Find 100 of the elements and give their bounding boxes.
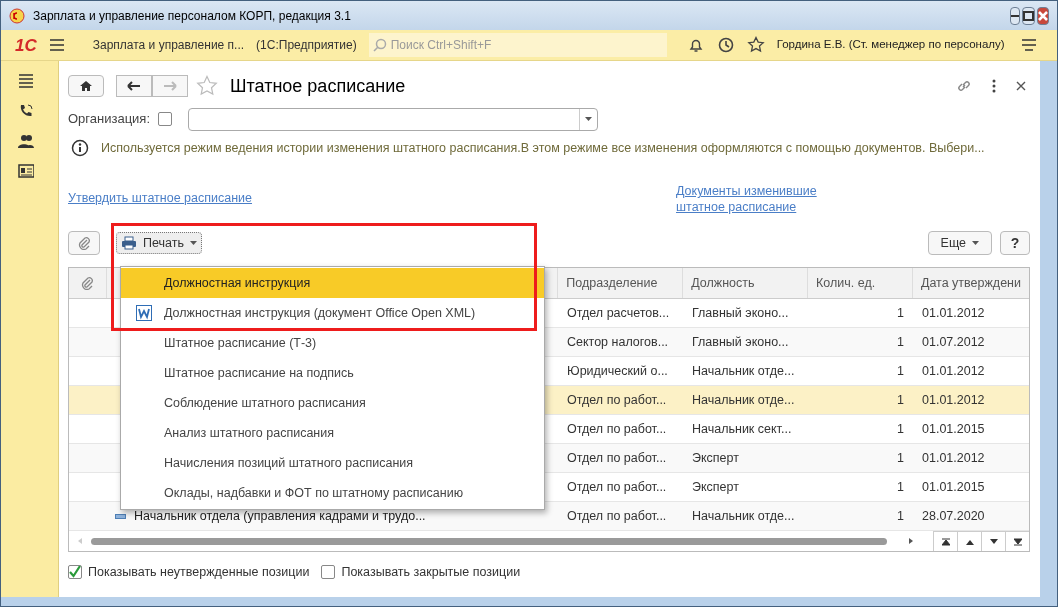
table-cell-text: Эксперт	[691, 449, 740, 467]
more-button[interactable]: Еще	[927, 231, 992, 255]
user-name[interactable]: Гордина Е.В. (Ст. менеджер по персоналу)	[776, 36, 1005, 54]
platform-label: (1С:Предприятие)	[256, 37, 357, 54]
column-header[interactable]: Подразделение	[558, 268, 684, 298]
menu-icon[interactable]	[48, 38, 65, 52]
minimize-icon	[1011, 14, 1019, 17]
table-cell-text: Отдел по работ...	[566, 420, 668, 438]
checkmark-icon	[69, 566, 81, 579]
info-icon	[71, 139, 89, 157]
attach-button[interactable]	[68, 231, 100, 255]
table-cell-text: 01.01.2012	[921, 391, 986, 409]
organization-checkbox[interactable]	[158, 112, 173, 126]
table-cell-text: 01.07.2012	[921, 333, 986, 351]
close-icon	[1038, 10, 1048, 21]
field-label: Организация:	[68, 110, 151, 129]
table-cell-text: 1	[896, 507, 905, 525]
checkbox[interactable]	[321, 565, 336, 580]
documents-link[interactable]: Документы изменившие штатное расписание	[676, 183, 836, 223]
next-row-icon	[989, 537, 998, 546]
paperclip-icon	[81, 276, 94, 290]
first-row-icon	[941, 537, 950, 546]
paperclip-icon	[78, 236, 90, 250]
table-cell-text: 28.07.2020	[921, 507, 986, 525]
table-cell-text: 1	[896, 449, 905, 467]
scrollbar-thumb[interactable]	[91, 537, 887, 545]
table-cell-text: Эксперт	[691, 478, 740, 496]
search-icon	[372, 38, 387, 52]
table-cell-text: 1	[896, 420, 905, 438]
table-cell-text: 01.01.2012	[921, 449, 986, 467]
next-row-button[interactable]	[981, 531, 1005, 551]
maximize-button[interactable]	[1022, 6, 1035, 25]
link-icon[interactable]	[956, 78, 972, 94]
word-document-icon	[136, 305, 152, 321]
last-row-button[interactable]	[1005, 531, 1029, 551]
table-cell-text: 01.01.2012	[921, 304, 986, 322]
table-cell-text: Начальник отде...	[691, 391, 796, 409]
search-field[interactable]: Поиск Ctrl+Shift+F	[368, 33, 667, 57]
window-title: Зарплата и управление персоналом КОРП, редакция 3.1	[33, 7, 351, 25]
menu-item[interactable]: Должностная инструкция	[121, 268, 544, 298]
caret-icon	[972, 241, 979, 245]
menu-icon[interactable]	[18, 73, 34, 89]
table-cell-text: Отдел по работ...	[566, 449, 668, 467]
table-cell-text: Начальник отде...	[691, 362, 796, 380]
table-cell-text: 01.01.2015	[921, 420, 986, 438]
scroll-left-icon	[78, 538, 82, 544]
table-cell-text: Юридический о...	[566, 362, 669, 380]
table-cell-text: Начальник сект...	[691, 420, 793, 438]
back-button[interactable]	[116, 75, 152, 97]
table-cell-text: Начальник отдела (управления кадрами и трудо...	[134, 507, 426, 525]
table-cell-text: Главный эконо...	[691, 304, 790, 322]
more-icon[interactable]	[992, 79, 996, 93]
approve-link[interactable]: Утвердить штатное расписание	[68, 189, 252, 223]
table-cell-text: 1	[896, 333, 905, 351]
form-title: Штатное расписание	[230, 74, 406, 98]
table-cell-text: Отдел по работ...	[566, 391, 668, 409]
scroll-right-icon	[909, 538, 913, 544]
history-icon[interactable]	[716, 36, 735, 54]
first-row-button[interactable]	[933, 531, 957, 551]
table-cell-text: Начальник отде...	[691, 507, 796, 525]
table-cell-text: Отдел по работ...	[566, 507, 668, 525]
minimize-button[interactable]	[1010, 6, 1020, 25]
table-cell-text: 01.01.2015	[921, 478, 986, 496]
table-cell-text: Главный эконо...	[691, 333, 790, 351]
info-message: Используется режим ведения истории изменения штатного расписания.В этом режиме все изменения оформляются с помощью документов. Выбери...	[101, 139, 985, 157]
star-icon[interactable]	[746, 36, 765, 54]
app-title: Зарплата и управление п...	[92, 37, 245, 54]
help-button[interactable]: ?	[1000, 231, 1030, 255]
print-button[interactable]: Печать	[116, 232, 202, 254]
column-header[interactable]: Дата утверждени	[912, 268, 1029, 298]
table-cell-text: Сектор налогов...	[566, 333, 670, 351]
checkbox[interactable]	[68, 565, 82, 580]
organization-field[interactable]	[188, 107, 599, 131]
menu-item[interactable]: Штатное расписание на подпись	[121, 358, 544, 388]
printer-icon	[121, 236, 137, 250]
app-logo: 1С	[15, 36, 37, 54]
app-icon	[9, 7, 25, 24]
table-cell-text: Отдел по работ...	[566, 478, 668, 496]
close-button[interactable]	[1037, 6, 1049, 25]
right-arrow-icon	[162, 80, 178, 92]
position-icon	[115, 513, 126, 519]
column-header[interactable]: Должность	[683, 268, 809, 298]
people-icon[interactable]	[18, 133, 34, 149]
close-icon[interactable]	[1016, 81, 1026, 91]
menu-item[interactable]: Соблюдение штатного расписания	[121, 388, 544, 418]
menu-icon[interactable]	[1020, 38, 1037, 52]
menu-item[interactable]: Штатное расписание (Т-3)	[121, 328, 544, 358]
table-cell-text: 1	[896, 478, 905, 496]
caret-icon	[585, 117, 593, 121]
phone-icon[interactable]	[18, 103, 34, 119]
search-input[interactable]: Поиск Ctrl+Shift+F	[390, 36, 663, 54]
column-header[interactable]: Колич. ед.	[808, 268, 913, 298]
id-card-icon[interactable]	[18, 163, 34, 179]
home-icon	[79, 80, 93, 92]
star-icon[interactable]	[196, 75, 218, 97]
left-arrow-icon	[126, 80, 142, 92]
previous-row-button[interactable]	[957, 531, 981, 551]
table-cell-text: 01.01.2012	[921, 362, 986, 380]
last-row-icon	[1013, 537, 1022, 546]
home-button[interactable]	[68, 75, 104, 97]
